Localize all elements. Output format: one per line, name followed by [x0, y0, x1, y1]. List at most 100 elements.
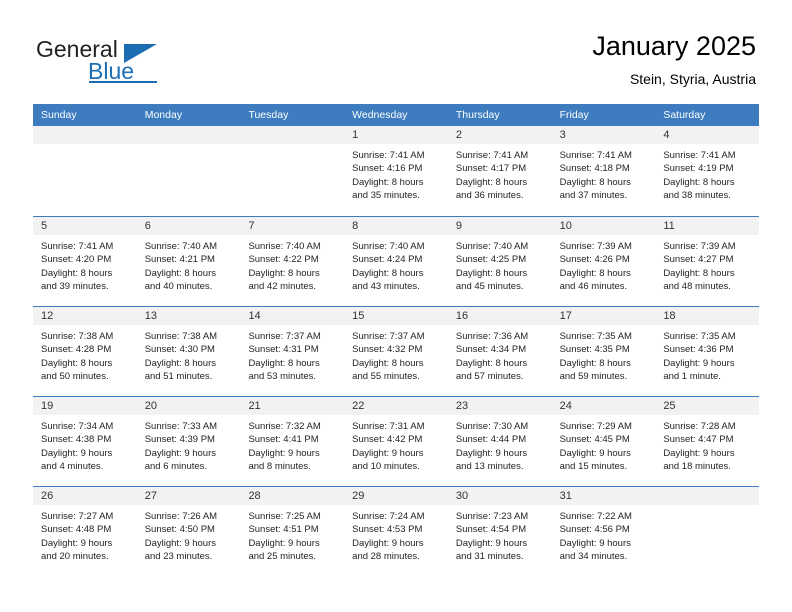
sunset-text: Sunset: 4:32 PM: [352, 344, 423, 356]
calendar-day-cell[interactable]: 8 Sunrise: 7:40 AM Sunset: 4:24 PM Daylight…: [344, 217, 448, 306]
sunset-text: Sunset: 4:16 PM: [352, 163, 423, 175]
sunrise-text: Sunrise: 7:39 AM: [663, 241, 736, 252]
day-details: Sunrise: 7:40 AM Sunset: 4:21 PM Daylight:…: [137, 235, 241, 294]
calendar-day-cell[interactable]: 24 Sunrise: 7:29 AM Sunset: 4:45 PM Dayligh…: [551, 397, 656, 486]
daylight-text: Daylight: 8 hours: [455, 267, 528, 279]
daylight-text-cont: and 18 minutes.: [663, 461, 731, 473]
calendar-day-cell[interactable]: 15 Sunrise: 7:37 AM Sunset: 4:32 PM Dayligh…: [344, 307, 448, 396]
calendar-day-cell[interactable]: 19 Sunrise: 7:34 AM Sunset: 4:38 PM Dayligh…: [33, 397, 137, 486]
daylight-text: Daylight: 9 hours: [455, 447, 528, 459]
sunset-text: Sunset: 4:24 PM: [352, 254, 423, 266]
weekday-header-sunday: Sunday: [41, 109, 77, 121]
calendar-day-cell[interactable]: 11 Sunrise: 7:39 AM Sunset: 4:27 PM Dayligh…: [655, 217, 760, 306]
calendar-day-cell[interactable]: 21 Sunrise: 7:32 AM Sunset: 4:41 PM Dayligh…: [240, 397, 345, 486]
sunset-text: Sunset: 4:39 PM: [144, 434, 215, 446]
calendar-day-cell[interactable]: 28 Sunrise: 7:25 AM Sunset: 4:51 PM Dayligh…: [240, 487, 345, 576]
daylight-text-cont: and 46 minutes.: [559, 281, 628, 293]
page-subtitle: Stein, Styria, Austria: [629, 71, 756, 87]
calendar-day-cell[interactable]: 31 Sunrise: 7:22 AM Sunset: 4:56 PM Dayligh…: [551, 487, 656, 576]
calendar-week-row: 19 Sunrise: 7:34 AM Sunset: 4:38 PM Dayligh…: [33, 396, 760, 486]
sunset-text: Sunset: 4:54 PM: [455, 524, 527, 536]
day-details: Sunrise: 7:29 AM Sunset: 4:45 PM Daylight:…: [552, 415, 656, 474]
daylight-text: Daylight: 8 hours: [455, 357, 528, 369]
day-details: Sunrise: 7:24 AM Sunset: 4:53 PM Daylight:…: [344, 505, 448, 564]
daylight-text-cont: and 25 minutes.: [248, 551, 317, 563]
daylight-text: Daylight: 9 hours: [663, 447, 735, 459]
sunset-text: Sunset: 4:47 PM: [663, 434, 734, 446]
calendar-day-cell[interactable]: 26 Sunrise: 7:27 AM Sunset: 4:48 PM Dayligh…: [33, 487, 137, 576]
sunrise-text: Sunrise: 7:27 AM: [41, 511, 114, 522]
day-number: 16: [455, 310, 469, 322]
day-details: Sunrise: 7:23 AM Sunset: 4:54 PM Daylight:…: [448, 505, 552, 564]
daylight-text-cont: and 55 minutes.: [352, 371, 420, 383]
daylight-text-cont: and 43 minutes.: [352, 281, 420, 293]
calendar-day-cell[interactable]: 7 Sunrise: 7:40 AM Sunset: 4:22 PM Daylight…: [240, 217, 345, 306]
day-number: 19: [41, 400, 54, 412]
sunrise-text: Sunrise: 7:38 AM: [144, 331, 218, 342]
daylight-text: Daylight: 8 hours: [663, 176, 735, 188]
calendar-day-cell[interactable]: 25 Sunrise: 7:28 AM Sunset: 4:47 PM Dayligh…: [655, 397, 760, 486]
calendar-day-cell[interactable]: 9 Sunrise: 7:40 AM Sunset: 4:25 PM Daylight…: [447, 217, 552, 306]
calendar-day-cell[interactable]: 3 Sunrise: 7:41 AM Sunset: 4:18 PM Daylight…: [551, 126, 656, 216]
calendar-day-cell[interactable]: 1 Sunrise: 7:41 AM Sunset: 4:16 PM Daylight…: [344, 126, 448, 216]
daylight-text: Daylight: 8 hours: [559, 267, 631, 279]
sunrise-text: Sunrise: 7:29 AM: [559, 421, 632, 432]
weekday-header-monday: Monday: [144, 109, 183, 121]
sunset-text: Sunset: 4:45 PM: [559, 434, 630, 446]
daylight-text: Daylight: 9 hours: [41, 447, 113, 459]
calendar-day-cell[interactable]: 13 Sunrise: 7:38 AM Sunset: 4:30 PM Dayligh…: [136, 307, 241, 396]
sunset-text: Sunset: 4:19 PM: [663, 163, 734, 175]
day-number: 18: [663, 310, 676, 322]
calendar-day-cell[interactable]: 27 Sunrise: 7:26 AM Sunset: 4:50 PM Dayligh…: [136, 487, 241, 576]
sunset-text: Sunset: 4:34 PM: [455, 344, 527, 356]
sunset-text: Sunset: 4:44 PM: [455, 434, 527, 446]
day-details: Sunrise: 7:25 AM Sunset: 4:51 PM Daylight:…: [240, 505, 344, 564]
sunrise-text: Sunrise: 7:24 AM: [352, 511, 425, 522]
daylight-text-cont: and 38 minutes.: [663, 190, 731, 202]
day-number: 4: [663, 129, 670, 141]
daylight-text-cont: and 59 minutes.: [559, 371, 628, 383]
sunrise-text: Sunrise: 7:35 AM: [559, 331, 632, 342]
calendar-day-cell[interactable]: 4 Sunrise: 7:41 AM Sunset: 4:19 PM Daylight…: [655, 126, 760, 216]
calendar-day-cell[interactable]: 22 Sunrise: 7:31 AM Sunset: 4:42 PM Dayligh…: [344, 397, 448, 486]
sunrise-text: Sunrise: 7:28 AM: [663, 421, 736, 432]
sunrise-text: Sunrise: 7:30 AM: [455, 421, 529, 432]
calendar-day-cell[interactable]: 18 Sunrise: 7:35 AM Sunset: 4:36 PM Dayligh…: [655, 307, 760, 396]
sunset-text: Sunset: 4:36 PM: [663, 344, 734, 356]
calendar-day-cell[interactable]: 10 Sunrise: 7:39 AM Sunset: 4:26 PM Dayligh…: [551, 217, 656, 306]
sunrise-text: Sunrise: 7:26 AM: [144, 511, 218, 522]
daylight-text: Daylight: 9 hours: [455, 537, 528, 549]
sunrise-text: Sunrise: 7:37 AM: [352, 331, 425, 342]
calendar-day-cell[interactable]: 23 Sunrise: 7:30 AM Sunset: 4:44 PM Dayligh…: [447, 397, 552, 486]
calendar-day-cell[interactable]: 29 Sunrise: 7:24 AM Sunset: 4:53 PM Dayligh…: [344, 487, 448, 576]
sunset-text: Sunset: 4:27 PM: [663, 254, 734, 266]
daylight-text-cont: and 39 minutes.: [41, 281, 109, 293]
calendar-day-cell[interactable]: 6 Sunrise: 7:40 AM Sunset: 4:21 PM Daylight…: [136, 217, 241, 306]
calendar-day-cell[interactable]: 2 Sunrise: 7:41 AM Sunset: 4:17 PM Daylight…: [447, 126, 552, 216]
daylight-text-cont: and 50 minutes.: [41, 371, 109, 383]
sunrise-text: Sunrise: 7:36 AM: [455, 331, 529, 342]
sunrise-text: Sunrise: 7:25 AM: [248, 511, 321, 522]
day-details: Sunrise: 7:37 AM Sunset: 4:32 PM Daylight:…: [344, 325, 448, 384]
day-number-band: [447, 126, 552, 144]
day-number: 28: [248, 490, 261, 502]
sunset-text: Sunset: 4:20 PM: [41, 254, 112, 266]
daylight-text: Daylight: 9 hours: [352, 447, 424, 459]
daylight-text-cont: and 51 minutes.: [144, 371, 213, 383]
calendar-day-cell[interactable]: 5 Sunrise: 7:41 AM Sunset: 4:20 PM Daylight…: [33, 217, 137, 306]
calendar-day-cell[interactable]: 12 Sunrise: 7:38 AM Sunset: 4:28 PM Dayligh…: [33, 307, 137, 396]
day-details: Sunrise: 7:38 AM Sunset: 4:30 PM Daylight:…: [137, 325, 241, 384]
daylight-text: Daylight: 8 hours: [559, 176, 631, 188]
day-number: 6: [144, 220, 151, 232]
calendar-day-cell[interactable]: 20 Sunrise: 7:33 AM Sunset: 4:39 PM Dayligh…: [136, 397, 241, 486]
daylight-text-cont: and 42 minutes.: [248, 281, 317, 293]
daylight-text: Daylight: 8 hours: [41, 357, 113, 369]
calendar-day-cell[interactable]: 14 Sunrise: 7:37 AM Sunset: 4:31 PM Dayligh…: [240, 307, 345, 396]
sunrise-text: Sunrise: 7:23 AM: [455, 511, 529, 522]
calendar-day-cell[interactable]: 30 Sunrise: 7:23 AM Sunset: 4:54 PM Dayligh…: [447, 487, 552, 576]
daylight-text: Daylight: 8 hours: [455, 176, 528, 188]
brand-logo[interactable]: General Blue: [36, 36, 246, 92]
daylight-text: Daylight: 9 hours: [144, 447, 217, 459]
calendar-day-cell[interactable]: 17 Sunrise: 7:35 AM Sunset: 4:35 PM Dayligh…: [551, 307, 656, 396]
calendar-day-cell[interactable]: 16 Sunrise: 7:36 AM Sunset: 4:34 PM Dayligh…: [447, 307, 552, 396]
